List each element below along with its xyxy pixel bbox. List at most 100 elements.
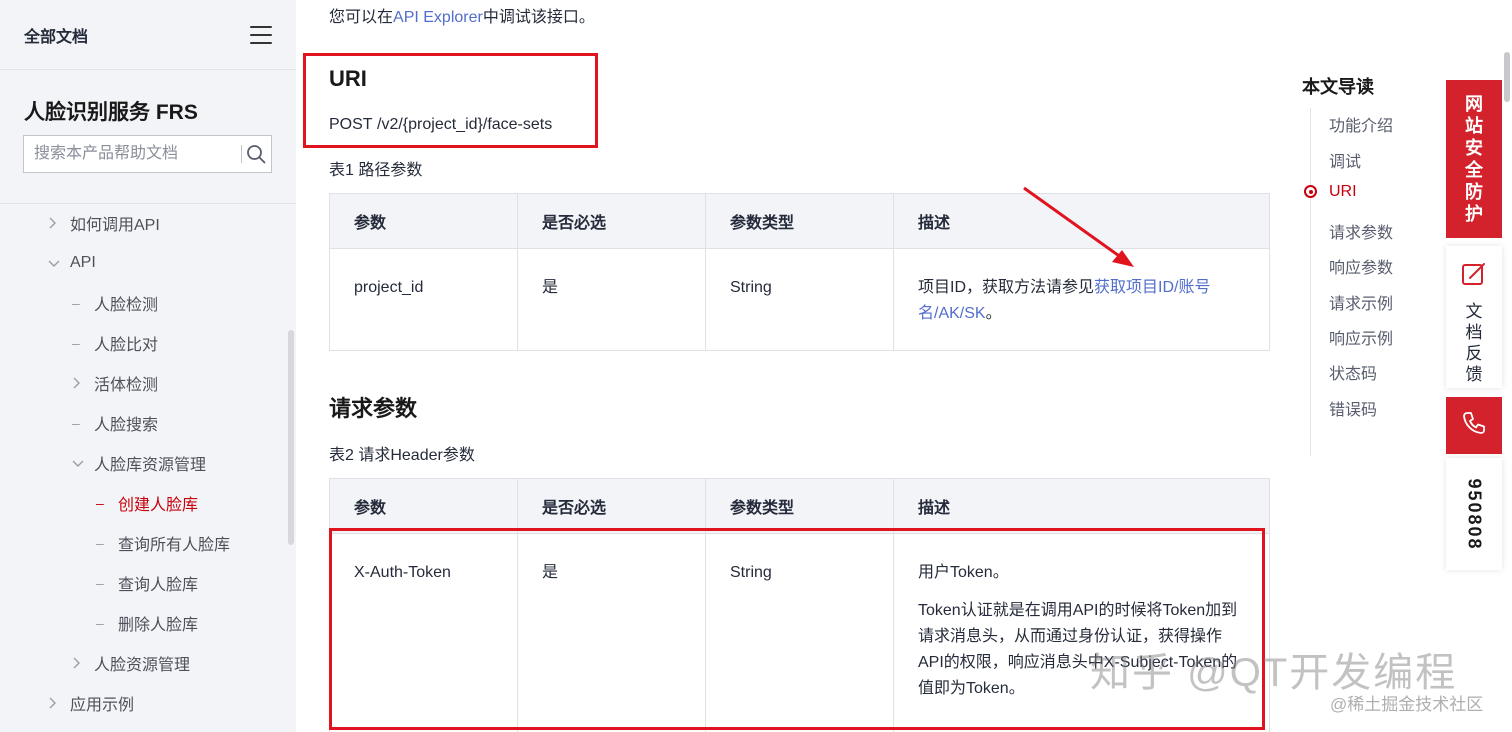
nav-item-face-search[interactable]: – 人脸搜索 — [0, 403, 288, 443]
chevron-down-icon — [48, 259, 70, 267]
nav-item-label: 应用示例 — [70, 697, 135, 714]
cell-required: 是 — [517, 533, 706, 732]
nav-item-create-faceset[interactable]: – 创建人脸库 — [0, 483, 288, 523]
nav-item-query-faceset[interactable]: – 查询人脸库 — [0, 563, 288, 603]
toc-item-status-code[interactable]: 状态码 — [1329, 360, 1377, 384]
nav-item-face-compare[interactable]: – 人脸比对 — [0, 323, 288, 363]
table2-caption: 表2 请求Header参数 — [329, 447, 475, 464]
desc-line-1: 用户Token。 — [918, 564, 1009, 581]
col-header-type: 参数类型 — [705, 478, 894, 534]
nav-item-label: API — [70, 254, 96, 271]
doc-feedback-label: 文档反馈 — [1465, 302, 1483, 384]
toc-item-response-params[interactable]: 响应参数 — [1329, 254, 1393, 278]
dash-icon: – — [96, 535, 104, 551]
nav-item-face-resource-mgmt[interactable]: 人脸资源管理 — [0, 643, 288, 683]
cell-type: String — [705, 533, 894, 732]
uri-line: POST /v2/{project_id}/face-sets — [329, 116, 552, 134]
dash-icon: – — [96, 615, 104, 631]
dash-icon: – — [72, 335, 80, 351]
search-box — [23, 135, 272, 173]
hotline-label: 950808 — [1464, 477, 1485, 551]
nav-item-label: 创建人脸库 — [118, 497, 199, 514]
api-explorer-link[interactable]: API Explorer — [393, 9, 483, 26]
chevron-right-icon — [48, 697, 70, 709]
nav-item-how-to-call-api[interactable]: 如何调用API — [0, 203, 288, 243]
nav-item-app-examples[interactable]: 应用示例 — [0, 683, 288, 723]
main-content: 您可以在API Explorer中调试该接口。 URI POST /v2/{pr… — [296, 0, 1296, 732]
col-header-desc: 描述 — [893, 478, 1270, 534]
all-docs-link[interactable]: 全部文档 — [24, 23, 88, 47]
annotation-arrow — [1023, 186, 1134, 267]
chevron-down-icon — [72, 459, 94, 467]
request-params-heading: 请求参数 — [329, 396, 418, 421]
search-icon[interactable] — [242, 136, 271, 172]
cell-desc: 用户Token。 Token认证就是在调用API的时候将Token加到请求消息头… — [893, 533, 1270, 732]
intro-prefix: 您可以在 — [329, 9, 394, 26]
sidebar-header: 全部文档 — [0, 0, 296, 70]
table1-caption: 表1 路径参数 — [329, 162, 423, 179]
nav-item-faceset-mgmt[interactable]: 人脸库资源管理 — [0, 443, 288, 483]
toc-line — [1310, 108, 1311, 456]
search-input[interactable] — [24, 136, 241, 172]
nav-item-liveness[interactable]: 活体检测 — [0, 363, 288, 403]
edit-icon — [1460, 260, 1488, 293]
intro-suffix: 中调试该接口。 — [482, 9, 595, 26]
sidebar-scrollbar[interactable] — [288, 330, 294, 545]
nav-item-label: 查询所有人脸库 — [118, 537, 231, 554]
cell-type: String — [705, 248, 894, 351]
nav-item-label: 查询人脸库 — [118, 577, 199, 594]
nav-item-label: 人脸比对 — [94, 337, 159, 354]
nav-item-label: 人脸资源管理 — [94, 657, 191, 674]
table-row: X-Auth-Token 是 String 用户Token。 Token认证就是… — [329, 533, 1270, 732]
toc-item-request-example[interactable]: 请求示例 — [1329, 290, 1393, 314]
toc-item-response-example[interactable]: 响应示例 — [1329, 325, 1393, 349]
nav-item-label: 活体检测 — [94, 377, 159, 394]
nav-item-face-detect[interactable]: – 人脸检测 — [0, 283, 288, 323]
hotline-number: 950808 — [1446, 458, 1502, 570]
toc-active-dot-icon — [1304, 185, 1317, 198]
chevron-right-icon — [72, 657, 94, 669]
toc-item-debug[interactable]: 调试 — [1329, 148, 1361, 172]
nav-item-label: 如何调用API — [70, 217, 160, 234]
website-security-label: 网站安全防护 — [1465, 94, 1483, 224]
col-header-param: 参数 — [329, 193, 518, 249]
sidebar: 全部文档 人脸识别服务 FRS 如何调用API API – 人脸检测 – 人脸比… — [0, 0, 296, 732]
toc-item-uri[interactable]: URI — [1329, 183, 1357, 201]
chevron-right-icon — [48, 217, 70, 229]
table-of-contents: 本文导读 功能介绍 调试 URI 请求参数 响应参数 请求示例 响应示例 状态码… — [1302, 76, 1442, 456]
doc-feedback-button[interactable]: 文档反馈 — [1446, 246, 1502, 388]
col-header-param: 参数 — [329, 478, 518, 534]
page-scrollbar[interactable] — [1504, 52, 1510, 102]
nav-item-label: 删除人脸库 — [118, 617, 199, 634]
desc-text: 项目ID，获取方法请参见 — [918, 279, 1095, 296]
table-header-row: 参数 是否必选 参数类型 描述 — [329, 478, 1270, 534]
dash-icon: – — [72, 295, 80, 311]
website-security-button[interactable]: 网站安全防护 — [1446, 80, 1502, 238]
cell-param: X-Auth-Token — [329, 533, 518, 732]
toc-item-request-params[interactable]: 请求参数 — [1329, 219, 1393, 243]
dash-icon: – — [96, 495, 104, 511]
nav-item-delete-faceset[interactable]: – 删除人脸库 — [0, 603, 288, 643]
uri-method: POST — [329, 116, 373, 133]
phone-icon — [1461, 410, 1487, 441]
nav-item-api[interactable]: API — [0, 243, 288, 283]
nav-item-label: 人脸搜索 — [94, 417, 159, 434]
col-header-type: 参数类型 — [705, 193, 894, 249]
toc-item-error-code[interactable]: 错误码 — [1329, 396, 1377, 420]
uri-path: /v2/{project_id}/face-sets — [377, 116, 553, 133]
dash-icon: – — [72, 415, 80, 431]
toc-title: 本文导读 — [1302, 77, 1374, 97]
nav-item-label: 人脸库资源管理 — [94, 457, 207, 474]
nav-item-list-facesets[interactable]: – 查询所有人脸库 — [0, 523, 288, 563]
desc-suffix: 。 — [985, 305, 1002, 322]
watermark-sub: @稀土掘金技术社区 — [1330, 695, 1484, 714]
dash-icon: – — [96, 575, 104, 591]
uri-heading: URI — [329, 66, 367, 91]
phone-button[interactable] — [1446, 397, 1502, 454]
menu-icon[interactable] — [250, 25, 272, 44]
intro-text: 您可以在API Explorer中调试该接口。 — [329, 3, 595, 27]
toc-item-function[interactable]: 功能介绍 — [1329, 112, 1393, 136]
nav-item-label: 人脸检测 — [94, 297, 159, 314]
col-header-required: 是否必选 — [517, 193, 706, 249]
chevron-right-icon — [72, 377, 94, 389]
